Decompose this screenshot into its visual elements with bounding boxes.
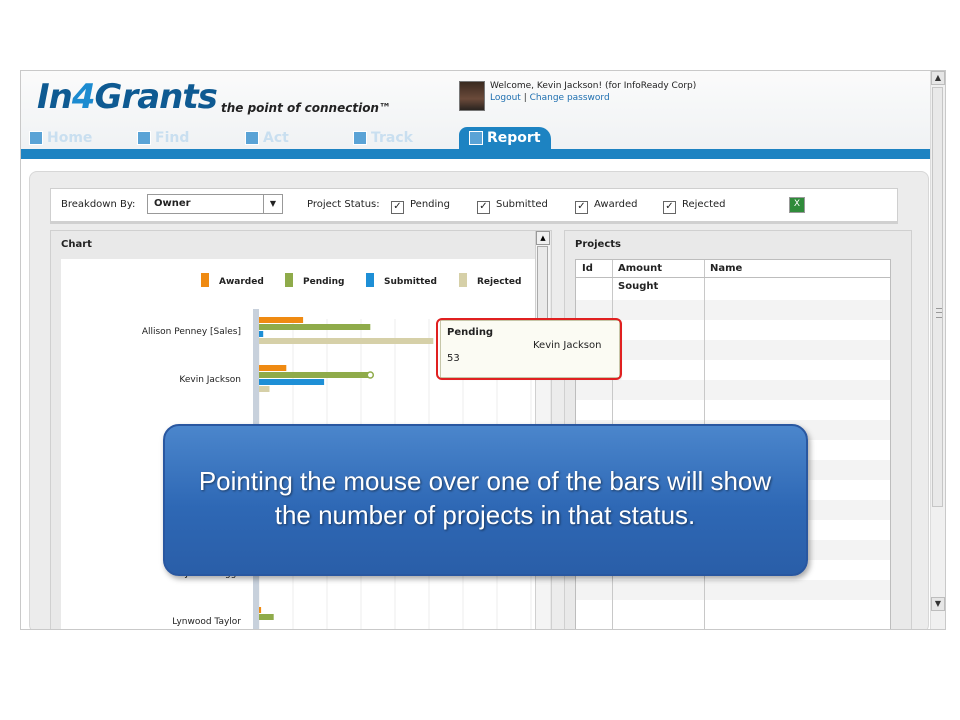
tagline: the point of connection™ [221, 101, 391, 115]
instruction-callout: Pointing the mouse over one of the bars … [163, 424, 808, 576]
bar [259, 386, 270, 392]
tab-act-label: Act [263, 130, 289, 146]
category-label: Lynwood Taylor [172, 617, 241, 627]
table-row-stripe [576, 300, 890, 320]
page-scrollbar[interactable]: ▲ ▼ [930, 71, 945, 629]
column-header-amount-sought[interactable]: Amount Sought [612, 260, 704, 292]
bar [259, 365, 287, 371]
tab-home-label: Home [47, 130, 93, 146]
checkbox-rejected[interactable]: ✓ [663, 201, 676, 214]
status-rejected[interactable]: ✓ Rejected [663, 199, 726, 214]
tab-home[interactable]: Home [29, 127, 92, 149]
link-separator: | [523, 93, 527, 103]
tab-report[interactable]: Report [459, 127, 551, 149]
checkbox-pending[interactable]: ✓ [391, 201, 404, 214]
tooltip-highlight-box [436, 318, 622, 380]
main-nav-tabs: Home Find Act Track Report [21, 127, 931, 149]
status-awarded-label: Awarded [594, 199, 638, 210]
user-avatar [459, 81, 485, 111]
callout-text: Pointing the mouse over one of the bars … [198, 466, 772, 530]
bar [259, 372, 371, 378]
table-row-stripe [576, 380, 890, 400]
logo-text-grants: Grants [94, 77, 218, 117]
legend-label: Submitted [384, 277, 437, 287]
logout-link[interactable]: Logout [490, 93, 521, 103]
bar [259, 317, 304, 323]
bar [259, 607, 262, 613]
legend-swatch [366, 273, 374, 287]
legend-swatch [201, 273, 209, 287]
scroll-up-icon[interactable]: ▲ [931, 71, 945, 85]
status-awarded[interactable]: ✓ Awarded [575, 199, 638, 214]
welcome-text: Welcome, Kevin Jackson! (for InfoReady C… [490, 81, 697, 91]
in4grants-logo[interactable]: In4Grants [37, 77, 218, 117]
excel-icon[interactable]: X [789, 197, 805, 213]
tab-track-label: Track [371, 130, 413, 146]
legend-label: Pending [303, 277, 344, 287]
bar [259, 324, 371, 330]
status-pending-label: Pending [410, 199, 450, 210]
breakdown-label: Breakdown By: [61, 199, 136, 210]
report-icon [469, 131, 483, 145]
checkbox-awarded[interactable]: ✓ [575, 201, 588, 214]
table-row-stripe [576, 340, 890, 360]
status-submitted[interactable]: ✓ Submitted [477, 199, 548, 214]
bar [259, 331, 264, 337]
tab-act[interactable]: Act [245, 127, 289, 149]
nav-bar-underline [21, 149, 931, 159]
grip-icon [936, 308, 942, 318]
check-icon [245, 131, 259, 145]
status-submitted-label: Submitted [496, 199, 548, 210]
logo-text-four: 4 [71, 77, 96, 117]
home-icon [29, 131, 43, 145]
legend-label: Rejected [477, 277, 521, 287]
tab-find-label: Find [155, 130, 190, 146]
app-header: In4Grants the point of connection™ Welco… [21, 71, 931, 159]
search-icon [137, 131, 151, 145]
track-icon [353, 131, 367, 145]
welcome-block: Welcome, Kevin Jackson! (for InfoReady C… [490, 81, 696, 103]
bar [259, 614, 274, 620]
page-scroll-thumb[interactable] [932, 87, 943, 507]
column-header-id[interactable]: Id [576, 260, 612, 278]
breakdown-select[interactable]: Owner ▼ [147, 194, 283, 214]
scroll-down-icon[interactable]: ▼ [931, 597, 945, 611]
legend-swatch [459, 273, 467, 287]
chart-panel-title: Chart [61, 239, 92, 250]
category-label: Kevin Jackson [179, 375, 241, 385]
chevron-down-icon[interactable]: ▼ [263, 195, 282, 213]
tab-report-label: Report [487, 130, 541, 146]
bar [259, 379, 325, 385]
column-header-name[interactable]: Name [704, 260, 890, 278]
bar [259, 338, 434, 344]
checkbox-submitted[interactable]: ✓ [477, 201, 490, 214]
legend-label: Awarded [219, 277, 264, 287]
tab-track[interactable]: Track [353, 127, 413, 149]
projects-panel-title: Projects [575, 239, 622, 250]
tab-find[interactable]: Find [137, 127, 189, 149]
breakdown-value: Owner [154, 198, 191, 209]
change-password-link[interactable]: Change password [530, 93, 610, 103]
project-status-label: Project Status: [307, 199, 380, 210]
status-rejected-label: Rejected [682, 199, 726, 210]
legend-swatch [285, 273, 293, 287]
logo-text-in: In [37, 77, 73, 117]
table-row-stripe [576, 580, 890, 600]
scroll-up-arrow-icon[interactable]: ▲ [536, 231, 550, 245]
filter-bar: Breakdown By: Owner ▼ Project Status: ✓ P… [50, 188, 898, 224]
status-pending[interactable]: ✓ Pending [391, 199, 450, 214]
category-label: Allison Penney [Sales] [142, 327, 241, 337]
hover-marker [366, 371, 375, 379]
